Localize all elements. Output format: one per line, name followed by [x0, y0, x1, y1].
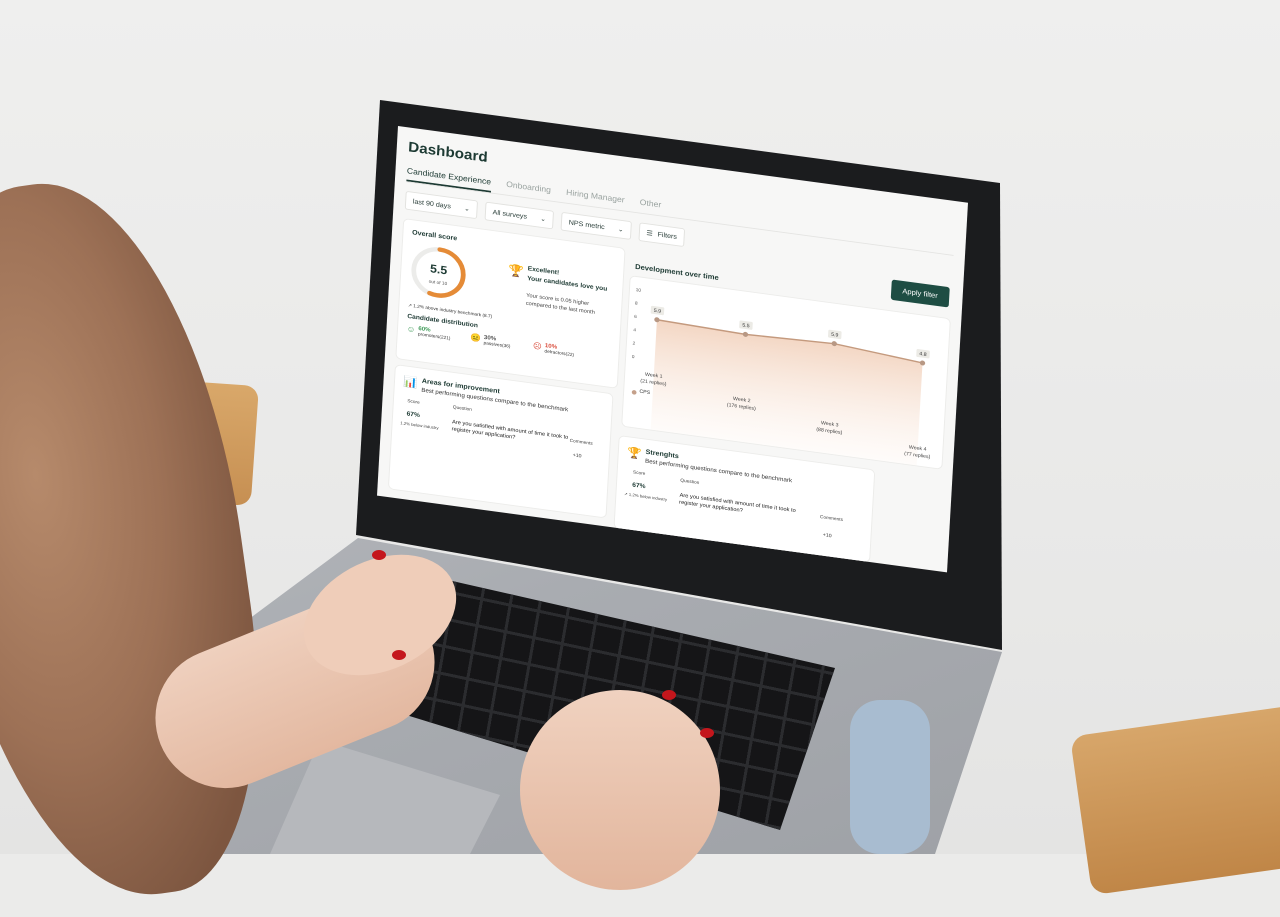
cps-area: [650, 319, 923, 466]
y-tick-label: 0: [632, 354, 635, 359]
score-comparison: Your score is 0.05 higher compared to th…: [525, 293, 595, 316]
surveys-value: All surveys: [492, 207, 528, 221]
chevron-down-icon: ⌄: [540, 215, 547, 223]
detractors-stat: ☹ 10% detractors(22): [533, 341, 575, 358]
development-chart: 02468105.9Week 1(21 replies)5.5Week 2(17…: [632, 287, 931, 466]
areas-comments-count[interactable]: +10: [573, 453, 582, 459]
period-dropdown[interactable]: last 90 days ⌄: [404, 190, 478, 220]
page-title: Dashboard: [407, 139, 489, 166]
y-tick-label: 2: [633, 341, 636, 346]
chevron-down-icon[interactable]: ⌄: [480, 152, 489, 165]
strengths-col-question: Question: [680, 477, 700, 486]
y-tick-label: 6: [634, 314, 637, 319]
overall-score-title: Overall score: [411, 228, 458, 243]
y-tick-label: 10: [636, 287, 642, 293]
smile-icon: ☺: [406, 324, 416, 335]
strengths-subtitle: Best performing questions compare to the…: [644, 458, 793, 485]
strengths-question[interactable]: Are you satisfied with amount of time it…: [679, 492, 813, 524]
strengths-col-comments: Comments: [819, 514, 844, 523]
cps-value-label: 5.9: [654, 308, 662, 315]
wooden-stool: [1069, 704, 1280, 896]
neutral-face-icon: 😐: [470, 332, 482, 343]
y-tick-label: 4: [633, 327, 636, 332]
right-hand: [520, 690, 720, 890]
overall-score-card: Overall score 5.5 out of 10 ↗ 1.2% above…: [396, 219, 625, 388]
cps-value-label: 5.9: [831, 332, 839, 339]
passives-stat: 😐 30% passives(36): [470, 333, 511, 350]
fingernail: [700, 728, 714, 738]
areas-col-question: Question: [452, 404, 473, 413]
filters-label: Filters: [657, 230, 678, 241]
tab-candidate-experience[interactable]: Candidate Experience: [406, 166, 492, 193]
dashboard-screen: Dashboard ⌄ Candidate Experience Onboard…: [377, 126, 968, 573]
filter-icon: ☰: [646, 228, 654, 238]
chevron-down-icon: ⌄: [464, 205, 470, 213]
areas-score: 67%: [406, 410, 421, 419]
surveys-dropdown[interactable]: All surveys ⌄: [484, 201, 555, 230]
headline-excellent: Excellent!: [527, 265, 560, 277]
fingernail: [662, 690, 676, 700]
chevron-down-icon: ⌄: [617, 226, 624, 234]
trophy-icon: 🏆: [627, 446, 642, 461]
strengths-score: 67%: [632, 482, 646, 491]
strengths-below-benchmark: ↗ 1.2% below industry: [623, 491, 668, 502]
areas-question[interactable]: Are you satisfied with amount of time it…: [451, 419, 585, 451]
areas-col-score: Score: [407, 398, 420, 406]
areas-for-improvement-card: 📊 Areas for improvement Best performing …: [388, 365, 613, 518]
areas-below-benchmark: 1.2% below industry: [400, 420, 439, 431]
cps-value-label: 5.5: [742, 323, 750, 330]
metric-dropdown[interactable]: NPS metric ⌄: [560, 211, 632, 240]
period-value: last 90 days: [412, 197, 452, 211]
y-tick-label: 8: [635, 301, 638, 306]
development-plot: 0 2 4 6 8 10 5.9 Week 1 (21 replies) 5.5 Week 2 (17…: [622, 276, 950, 469]
cps-value-label: 4.8: [919, 351, 927, 358]
metric-value: NPS metric: [568, 218, 605, 231]
promoters-stat: ☺ 60% promoters(221): [406, 324, 451, 341]
cps-legend-swatch: [631, 389, 637, 395]
filters-button[interactable]: ☰ Filters: [638, 222, 686, 248]
frown-icon: ☹: [532, 341, 543, 352]
jeans: [850, 700, 930, 854]
trophy-icon: 🏆: [508, 263, 525, 279]
apply-filter-button[interactable]: Apply filter: [890, 279, 950, 308]
strengths-col-score: Score: [632, 469, 646, 477]
headline-love: Your candidates love you: [527, 275, 608, 293]
strengths-comments-count[interactable]: +10: [823, 533, 832, 539]
bar-chart-icon: 📊: [403, 375, 419, 390]
fingernail: [372, 550, 386, 560]
fingernail: [392, 650, 406, 660]
